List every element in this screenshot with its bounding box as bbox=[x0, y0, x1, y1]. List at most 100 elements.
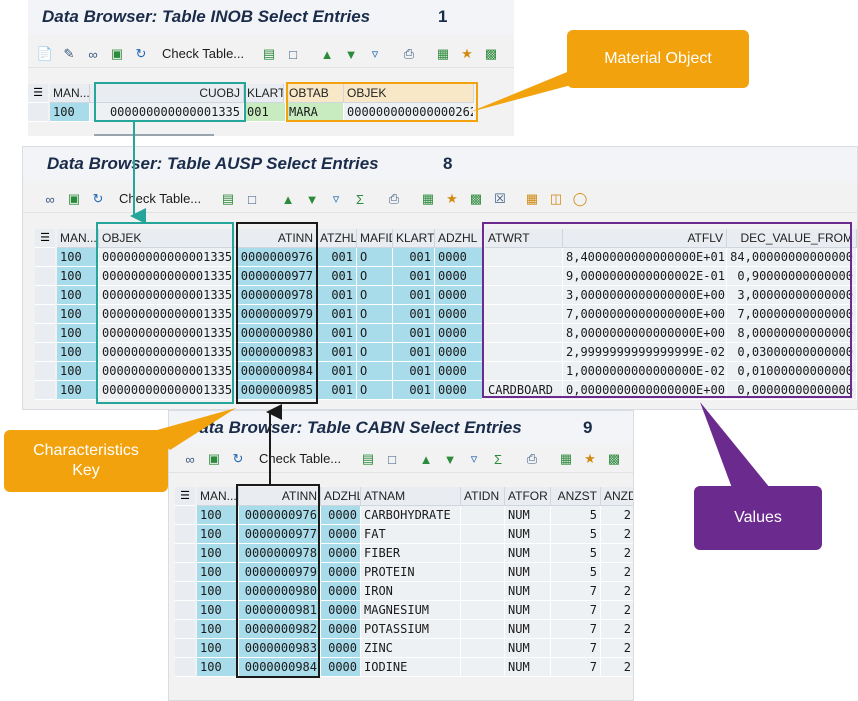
row-selector[interactable] bbox=[35, 343, 55, 362]
table-cell[interactable]: 7 bbox=[551, 639, 601, 658]
table-cell[interactable]: CARDBOARD bbox=[485, 381, 563, 400]
glasses-icon[interactable]: ∞ bbox=[41, 190, 59, 208]
table-cell[interactable]: 100 bbox=[197, 525, 239, 544]
refresh-icon[interactable]: ↻ bbox=[89, 190, 107, 208]
table-cell[interactable]: 0000000979 bbox=[237, 305, 317, 324]
sort-ascending-icon[interactable]: ▲ bbox=[279, 190, 297, 208]
table-cell[interactable]: 0000 bbox=[321, 525, 361, 544]
table-cell[interactable]: O bbox=[357, 267, 393, 286]
row-selector[interactable] bbox=[175, 582, 195, 601]
table-cell[interactable]: 100 bbox=[57, 286, 99, 305]
deselect-icon[interactable]: □ bbox=[383, 450, 401, 468]
table-cell[interactable]: 0000000983 bbox=[239, 639, 321, 658]
layout-icon[interactable]: ▦ bbox=[523, 190, 541, 208]
table-cell[interactable]: 100 bbox=[197, 563, 239, 582]
export-icon[interactable]: ▦ bbox=[419, 190, 437, 208]
inob-col-klart[interactable]: KLART bbox=[244, 84, 284, 103]
refresh-icon[interactable]: ↻ bbox=[132, 45, 150, 63]
inob-col-mandt[interactable]: MAN... bbox=[50, 84, 90, 103]
glasses-icon[interactable]: ∞ bbox=[84, 45, 102, 63]
find-icon[interactable]: ★ bbox=[581, 450, 599, 468]
table-cell[interactable] bbox=[461, 582, 505, 601]
table-cell[interactable]: 0000 bbox=[321, 544, 361, 563]
table-cell[interactable]: 0000 bbox=[435, 362, 483, 381]
table-cell[interactable]: 001 bbox=[393, 381, 435, 400]
details-icon[interactable]: ▣ bbox=[65, 190, 83, 208]
table-cell[interactable]: NUM bbox=[505, 620, 551, 639]
table-cell[interactable]: 0,03000000000000 bbox=[727, 343, 857, 362]
table-cell[interactable]: 001 bbox=[317, 362, 357, 381]
row-selector[interactable] bbox=[28, 103, 48, 122]
table-cell[interactable]: 100 bbox=[197, 620, 239, 639]
table-cell[interactable]: 100 bbox=[57, 324, 99, 343]
table-cell[interactable] bbox=[461, 563, 505, 582]
table-cell[interactable]: 5 bbox=[551, 525, 601, 544]
table-cell[interactable] bbox=[461, 601, 505, 620]
row-selector[interactable] bbox=[175, 563, 195, 582]
table-cell[interactable]: 100 bbox=[57, 305, 99, 324]
row-selector[interactable] bbox=[175, 658, 195, 677]
sort-ascending-icon[interactable]: ▲ bbox=[318, 45, 336, 63]
export-icon[interactable]: ▦ bbox=[557, 450, 575, 468]
table-cell[interactable]: FAT bbox=[361, 525, 461, 544]
row-selector[interactable] bbox=[175, 525, 195, 544]
horizontal-scrollbar[interactable] bbox=[94, 134, 214, 136]
table-cell[interactable]: 1,0000000000000000E-02 bbox=[563, 362, 727, 381]
edit-pencil-icon[interactable]: ✎ bbox=[60, 45, 78, 63]
table-cell[interactable]: 5 bbox=[551, 544, 601, 563]
table-cell[interactable]: 0000000980 bbox=[237, 324, 317, 343]
find-icon[interactable]: ★ bbox=[443, 190, 461, 208]
table-cell[interactable]: 0000000984 bbox=[237, 362, 317, 381]
table-cell[interactable]: 0000 bbox=[435, 248, 483, 267]
table-cell[interactable]: O bbox=[357, 324, 393, 343]
table-cell[interactable]: 0000000977 bbox=[239, 525, 321, 544]
table-cell[interactable]: 100 bbox=[197, 582, 239, 601]
select-all-icon[interactable]: ▤ bbox=[260, 45, 278, 63]
table-cell[interactable]: 7 bbox=[551, 620, 601, 639]
table-cell[interactable]: NUM bbox=[505, 506, 551, 525]
cabn-col-6[interactable]: ANZST bbox=[551, 487, 601, 506]
table-cell[interactable]: 100 bbox=[57, 267, 99, 286]
table-cell[interactable]: 0000 bbox=[321, 506, 361, 525]
table-cell[interactable]: 001 bbox=[393, 305, 435, 324]
select-all-icon[interactable]: ▤ bbox=[219, 190, 237, 208]
table-cell[interactable]: O bbox=[357, 305, 393, 324]
table-cell[interactable] bbox=[461, 639, 505, 658]
table-cell[interactable]: 0000 bbox=[435, 267, 483, 286]
row-selector[interactable] bbox=[175, 639, 195, 658]
inob-col-objek[interactable]: OBJEK bbox=[344, 84, 474, 103]
glasses-icon[interactable]: ∞ bbox=[181, 450, 199, 468]
table-cell[interactable]: 9,0000000000000002E-01 bbox=[563, 267, 727, 286]
table-cell[interactable]: 001 bbox=[317, 286, 357, 305]
table-cell[interactable]: 001 bbox=[244, 103, 286, 122]
inob-check-table-button[interactable]: Check Table... bbox=[162, 46, 244, 61]
sort-descending-icon[interactable]: ▼ bbox=[342, 45, 360, 63]
row-selector[interactable] bbox=[35, 286, 55, 305]
cabn-col-2[interactable]: ADZHL bbox=[321, 487, 361, 506]
find-icon[interactable]: ★ bbox=[458, 45, 476, 63]
table-cell[interactable]: FIBER bbox=[361, 544, 461, 563]
table-cell[interactable]: 2,9999999999999999E-02 bbox=[563, 343, 727, 362]
table-cell[interactable]: NUM bbox=[505, 658, 551, 677]
table-cell[interactable]: 7 bbox=[551, 658, 601, 677]
table-cell[interactable]: 2 bbox=[601, 506, 633, 525]
table-cell[interactable]: 2 bbox=[601, 601, 633, 620]
table-cell[interactable]: 0000000984 bbox=[239, 658, 321, 677]
select-all-rows-icon[interactable]: ☰ bbox=[35, 229, 55, 248]
table-cell[interactable]: NUM bbox=[505, 582, 551, 601]
table-cell[interactable]: 84,00000000000000 bbox=[727, 248, 857, 267]
table-cell[interactable]: 000000000000001335 bbox=[99, 324, 237, 343]
table-cell[interactable]: 001 bbox=[393, 324, 435, 343]
sum-icon[interactable]: Σ bbox=[351, 190, 369, 208]
table-cell[interactable]: O bbox=[357, 343, 393, 362]
table-cell[interactable]: 0000000976 bbox=[239, 506, 321, 525]
table-cell[interactable] bbox=[485, 267, 563, 286]
table-cell[interactable]: 001 bbox=[317, 305, 357, 324]
table-cell[interactable]: 100 bbox=[57, 381, 99, 400]
table-cell[interactable]: 2 bbox=[601, 620, 633, 639]
table-cell[interactable]: 2 bbox=[601, 563, 633, 582]
table-cell[interactable] bbox=[485, 305, 563, 324]
table-cell[interactable]: 2 bbox=[601, 658, 633, 677]
table-cell[interactable]: 000000000000001335 bbox=[99, 362, 237, 381]
table-cell[interactable]: 0000 bbox=[321, 620, 361, 639]
